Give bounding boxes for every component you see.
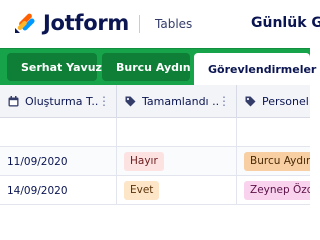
column-header-olusturma[interactable]: Oluşturma T... ⋮ [0, 85, 117, 118]
cell-personel[interactable]: Zeynep Özde [237, 176, 310, 205]
status-badge: Hayır [124, 152, 164, 171]
tab-label: Görevlendirmeler [208, 63, 317, 76]
column-header-tamamlandi[interactable]: Tamamlandı ... ⋮ [117, 85, 237, 118]
tab-label: Serhat Yavuz [21, 60, 102, 74]
column-label: Tamamlandı ... [142, 94, 218, 108]
app-header: Jotform Tables Günlük G [0, 0, 320, 48]
table-row[interactable] [0, 118, 310, 147]
product-name: Tables [155, 17, 193, 31]
cell-date[interactable]: 14/09/2020 [0, 176, 117, 205]
person-badge: Zeynep Özde [244, 181, 310, 200]
data-grid: Oluşturma T... ⋮ Tamamlandı ... ⋮ Person… [0, 85, 310, 205]
column-label: Oluşturma T... [25, 94, 98, 108]
cell-date[interactable] [0, 118, 117, 147]
column-menu-icon[interactable]: ⋮ [218, 94, 230, 108]
table-row[interactable]: 14/09/2020 Evet Zeynep Özde [0, 176, 310, 205]
table-title[interactable]: Günlük G [251, 13, 320, 33]
cell-personel[interactable] [237, 118, 310, 147]
table-row[interactable]: 11/09/2020 Hayır Burcu Aydın [0, 147, 310, 176]
tag-icon [125, 96, 136, 106]
cell-personel[interactable]: Burcu Aydın [237, 147, 310, 176]
cell-tamamlandi[interactable] [117, 118, 237, 147]
tag-icon [245, 96, 256, 106]
tab-gorevlendirmeler[interactable]: Görevlendirmeler [194, 53, 316, 86]
sheet-tab-bar: Serhat Yavuz Burcu Aydın Görevlendirmele… [0, 48, 316, 86]
column-label: Personel A [262, 94, 310, 108]
cell-tamamlandi[interactable]: Hayır [117, 147, 237, 176]
status-badge: Evet [124, 181, 160, 200]
cell-tamamlandi[interactable]: Evet [117, 176, 237, 205]
calendar-icon [8, 95, 19, 106]
column-header-personel[interactable]: Personel A [237, 85, 310, 118]
cell-date[interactable]: 11/09/2020 [0, 147, 117, 176]
jotform-logo-icon[interactable] [13, 11, 37, 35]
brand-name[interactable]: Jotform [43, 9, 129, 37]
tab-burcu-aydin[interactable]: Burcu Aydın [102, 53, 191, 81]
tab-label: Burcu Aydın [116, 60, 191, 74]
person-badge: Burcu Aydın [244, 152, 310, 171]
column-menu-icon[interactable]: ⋮ [98, 94, 110, 108]
tab-serhat-yavuz[interactable]: Serhat Yavuz [7, 53, 102, 81]
header-divider [139, 15, 140, 33]
